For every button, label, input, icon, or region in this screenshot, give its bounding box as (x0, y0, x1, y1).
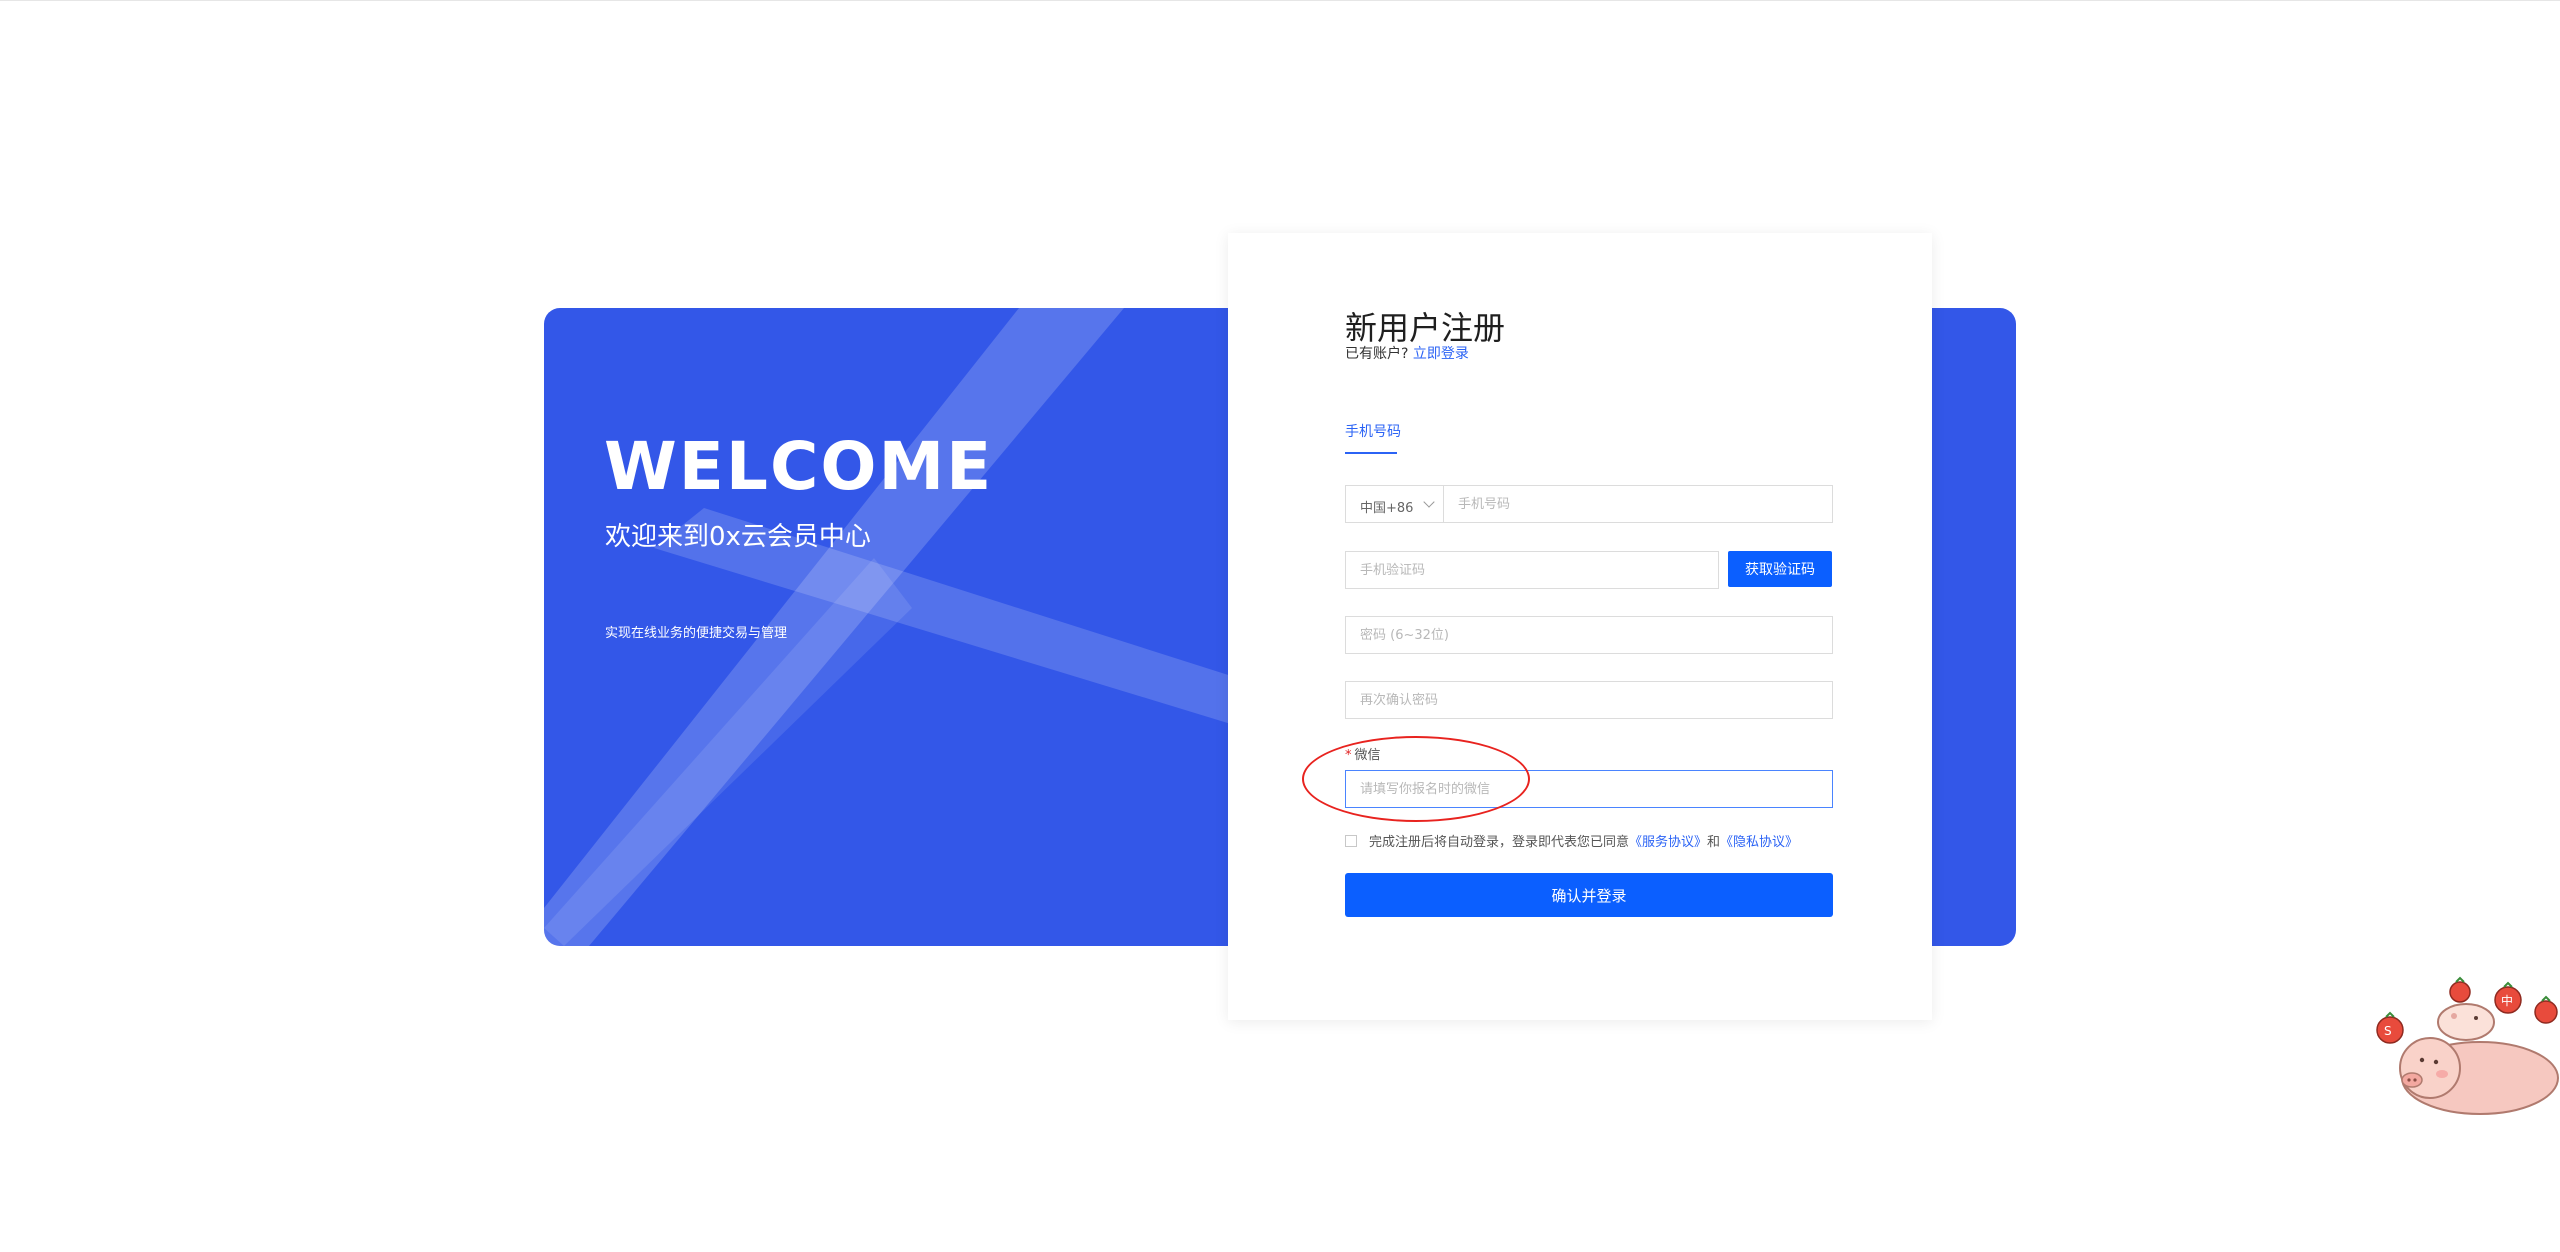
required-mark: * (1345, 748, 1352, 763)
chevron-down-icon (1423, 496, 1435, 508)
submit-button[interactable]: 确认并登录 (1345, 873, 1833, 917)
and-text: 和 (1707, 835, 1721, 850)
wechat-input[interactable] (1346, 771, 1832, 807)
login-link[interactable]: 立即登录 (1413, 346, 1469, 362)
welcome-subtitle: 欢迎来到0x云会员中心 (605, 522, 871, 552)
tab-active-indicator (1345, 452, 1397, 454)
svg-text:中: 中 (2501, 993, 2513, 1008)
tab-phone[interactable]: 手机号码 (1345, 421, 1401, 441)
have-account-text: 已有账户? (1345, 346, 1409, 362)
sms-code-input[interactable] (1346, 552, 1718, 588)
have-account-line: 已有账户? 立即登录 (1345, 343, 1469, 363)
agreement-row: 完成注册后将自动登录，登录即代表您已同意 《服务协议》 和 《隐私协议》 (1345, 831, 1798, 850)
password-input[interactable] (1346, 617, 1832, 653)
service-agreement-link[interactable]: 《服务协议》 (1629, 831, 1707, 850)
wechat-label-text: 微信 (1354, 748, 1381, 763)
confirm-password-input[interactable] (1346, 682, 1832, 718)
agree-text: 完成注册后将自动登录，登录即代表您已同意 (1369, 835, 1630, 850)
svg-text:S: S (2384, 1024, 2392, 1038)
welcome-heading: WELCOME (604, 428, 994, 505)
banner-slogan: 实现在线业务的便捷交易与管理 (605, 626, 788, 641)
wechat-field (1345, 770, 1833, 808)
country-code-value: 中国+86 (1360, 501, 1414, 516)
register-card: 新用户注册 已有账户? 立即登录 手机号码 中国+86 获取验证码 *微信 完成… (1228, 233, 1932, 1020)
sms-code-field (1345, 551, 1719, 589)
phone-input[interactable] (1444, 486, 1832, 522)
top-divider (0, 0, 2560, 1)
privacy-agreement-link[interactable]: 《隐私协议》 (1720, 831, 1798, 850)
agree-checkbox[interactable] (1345, 834, 1357, 847)
phone-field (1443, 485, 1833, 523)
pig-mascot-icon[interactable]: S 中 (2370, 960, 2560, 1120)
country-code-select[interactable]: 中国+86 (1345, 485, 1443, 523)
password-field (1345, 616, 1833, 654)
confirm-password-field (1345, 681, 1833, 719)
wechat-label: * 微信 (1345, 744, 1381, 763)
get-code-button[interactable]: 获取验证码 (1728, 551, 1832, 587)
